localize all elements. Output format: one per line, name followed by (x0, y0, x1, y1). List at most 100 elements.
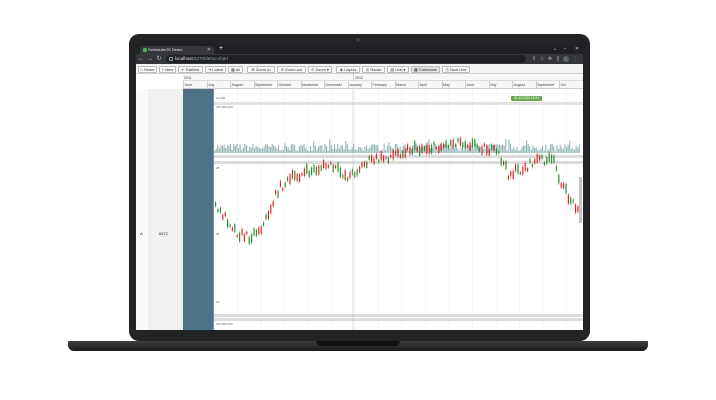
earliest-button[interactable]: ⇤ Earliest (178, 65, 203, 73)
candle-body (354, 172, 356, 178)
volume-bar (439, 143, 441, 153)
resource-panel: A INTC (136, 89, 183, 330)
candle-body (363, 161, 365, 167)
volume-bar (287, 147, 289, 153)
month-divider (418, 81, 419, 89)
candle-body (380, 151, 382, 161)
month-label: August (231, 82, 243, 87)
calendars-button[interactable]: ▦ Calendars (411, 65, 440, 73)
month-divider (559, 81, 560, 89)
volume-bar (382, 150, 384, 153)
candle-body (294, 170, 296, 181)
candle-body (505, 161, 507, 170)
candle-body (486, 145, 488, 155)
candle-body (416, 147, 418, 152)
bottom-pane-header (214, 318, 583, 321)
candle-body (503, 161, 505, 165)
volume-bar (401, 150, 403, 153)
stock-chart: 10.000 200,000,000 28 24 20 200,000,000 … (213, 89, 583, 330)
candle-body (445, 140, 447, 148)
volume-bar (529, 146, 531, 153)
candle-body (397, 148, 399, 157)
volume-bar (556, 145, 558, 153)
unit-dropdown[interactable]: ▤ Unit ▾ (387, 65, 409, 73)
volume-bar (572, 148, 574, 153)
close-window-icon[interactable]: ✕ (571, 44, 583, 54)
volume-bar (497, 144, 499, 153)
latest-button[interactable]: ⇥ Latest (205, 65, 226, 73)
volume-bar (220, 145, 222, 153)
volume-bar (492, 144, 494, 153)
profile-avatar[interactable] (563, 56, 569, 62)
volume-bar (362, 150, 364, 153)
candle-body (529, 159, 531, 163)
candle-body (275, 190, 277, 195)
candle-body (476, 144, 478, 149)
new-tab-button[interactable]: + (217, 45, 225, 53)
month-divider (230, 81, 231, 89)
volume-bar (478, 145, 480, 153)
volume-bar (255, 145, 257, 153)
sidebar-icon[interactable]: ▯ (555, 56, 561, 62)
volume-bar (367, 149, 369, 153)
volume-bar (334, 144, 336, 153)
candle-body (248, 236, 250, 245)
laptop-notch (316, 341, 400, 346)
candle-body (227, 219, 229, 228)
all-button[interactable]: ▦ All (228, 65, 243, 73)
volume-bar (378, 150, 380, 153)
home-button[interactable]: ⌂ Home (138, 65, 157, 73)
candle-body (407, 144, 409, 151)
url-input[interactable]: localhost:6270/demo-chart (166, 55, 526, 63)
bookmark-star-icon[interactable]: ☆ (539, 56, 545, 62)
now-line-button[interactable]: ◷ Now Line (442, 65, 470, 73)
volume-bar (242, 147, 244, 153)
candle-body (383, 155, 385, 162)
close-tab-icon[interactable]: ✕ (207, 46, 211, 54)
reload-icon[interactable]: ↻ (155, 54, 163, 64)
new-button[interactable]: + New (159, 65, 176, 73)
radar-button[interactable]: ◎ Radar (362, 65, 385, 73)
candle-body (536, 154, 538, 163)
minimize-icon[interactable]: – (559, 44, 571, 54)
volume-bar (550, 144, 552, 153)
volume-bar (244, 143, 246, 153)
zoom-dropdown[interactable]: ⊙ Zoom ▾ (308, 65, 332, 73)
volume-bar (330, 145, 332, 153)
extensions-icon[interactable]: ✣ (547, 56, 553, 62)
symbol-label[interactable]: INTC (159, 231, 168, 236)
candle-body (395, 151, 397, 156)
share-icon[interactable]: ⇪ (531, 56, 537, 62)
vertical-scrollbar[interactable] (579, 177, 582, 223)
volume-bar (294, 145, 296, 153)
candle-body (479, 147, 481, 152)
volume-bar (578, 144, 580, 153)
volume-bar (458, 150, 460, 153)
menu-dots-icon[interactable]: ⋮ (572, 56, 578, 62)
candle-body (567, 194, 569, 204)
zoom-out-button[interactable]: ⊖ Zoom-out (277, 65, 306, 73)
browser-tab[interactable]: SchedulerJS Demo ✕ (140, 46, 214, 54)
volume-bar (266, 144, 268, 153)
back-icon[interactable]: ← (137, 54, 145, 64)
candle-body (399, 154, 401, 158)
candle-body (438, 146, 440, 154)
layers-button[interactable]: ◈ Layers (336, 65, 360, 73)
volume-bar (553, 146, 555, 153)
volume-bar (262, 148, 264, 153)
candle-body (419, 145, 421, 156)
zoom-in-button[interactable]: ⊕ Zoom-in (247, 65, 275, 73)
volume-bar (546, 150, 548, 153)
volume-bar (545, 144, 547, 153)
candle-body (481, 145, 483, 155)
volume-bar (295, 150, 297, 153)
volume-bar (217, 145, 219, 153)
volume-bar (289, 149, 291, 153)
volume-bar (263, 146, 265, 153)
volume-bar (258, 147, 260, 153)
candle-body (332, 164, 334, 173)
candle-body (443, 143, 445, 149)
forward-icon[interactable]: → (146, 54, 154, 64)
month-label: January (349, 82, 362, 87)
volume-bar (314, 145, 316, 153)
